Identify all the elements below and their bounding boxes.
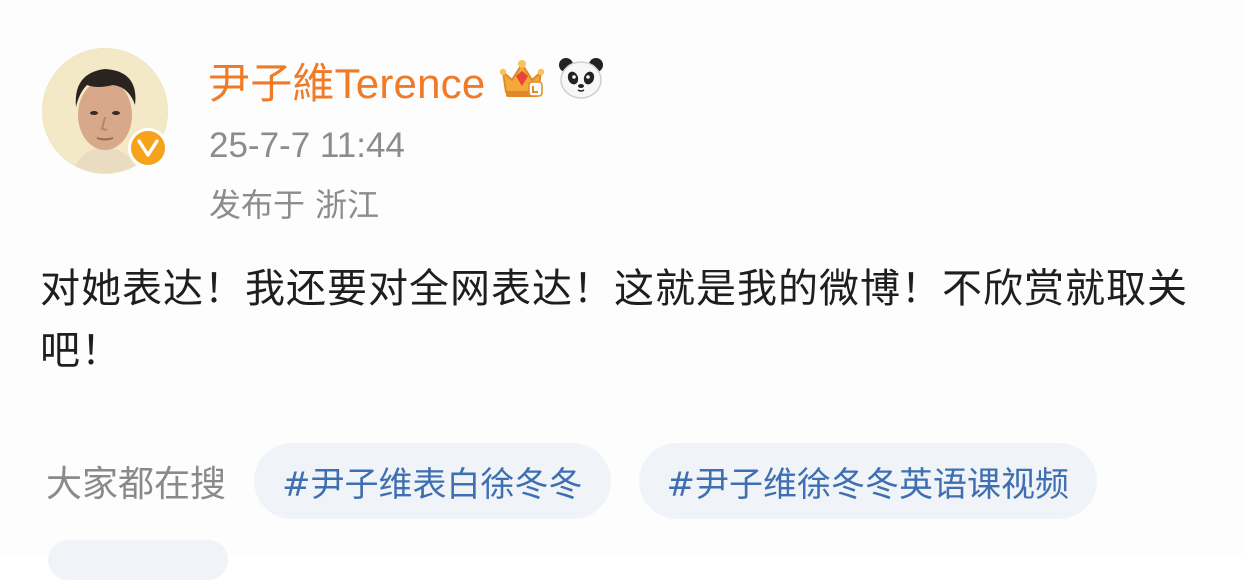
weibo-post-card: 尹子維Terence 25-7-7 11:44 发布于 浙江 对她表达！我还要对…	[0, 0, 1242, 580]
panda-emoji-icon	[557, 56, 605, 104]
post-timestamp: 25-7-7 11:44	[209, 126, 405, 165]
next-topic-chip-partial[interactable]	[48, 540, 228, 580]
verified-badge	[128, 128, 168, 168]
trending-label: 大家都在搜	[46, 464, 227, 505]
trending-searches: 大家都在搜 #尹子维表白徐冬冬 #尹子维徐冬冬英语课视频	[46, 440, 1125, 522]
author-header: 尹子維Terence	[208, 52, 605, 108]
topic-chip[interactable]: #尹子维表白徐冬冬	[254, 443, 611, 519]
post-content: 对她表达！我还要对全网表达！这就是我的微博！不欣赏就取关吧！	[40, 266, 1188, 374]
avatar[interactable]	[42, 48, 168, 174]
crown-member-icon[interactable]	[499, 56, 545, 104]
verified-v-icon	[137, 139, 159, 157]
topic-chip[interactable]: #尹子维徐冬冬英语课视频	[638, 443, 1098, 519]
post-location: 发布于 浙江	[209, 186, 380, 224]
username-link[interactable]: 尹子維Terence	[208, 50, 485, 111]
